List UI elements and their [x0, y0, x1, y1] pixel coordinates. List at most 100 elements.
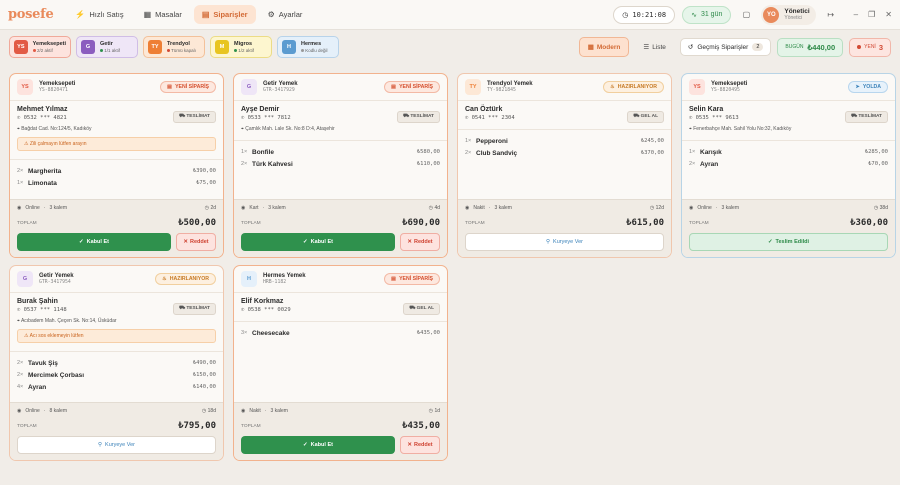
phone-icon: ✆ [241, 307, 245, 313]
order-item: 2× Margherita ₺390,00 [17, 166, 216, 178]
total-row: TOPLAM ₺795,00 [17, 418, 216, 434]
source-filters: YS Yemeksepeti 2/2 aktif G Getir 1/1 akt… [9, 36, 339, 58]
order-card[interactable]: TY Trendyol Yemek TY-9821845 ♨ HAZIRLANIY… [457, 73, 672, 258]
status-badge: ▤ YENİ SİPARİŞ [160, 81, 216, 93]
delivery-icon: ⛟ [409, 306, 416, 311]
check-circle-icon: ✓ [303, 442, 308, 448]
reject-button[interactable]: ✕ Reddet [176, 233, 216, 251]
order-card[interactable]: G Getir Yemek GTR-3417929 ▤ YENİ SİPARİŞ … [233, 73, 448, 258]
status-badge: ♨ HAZIRLANIYOR [603, 81, 664, 93]
item-price: ₺370,00 [640, 150, 664, 157]
order-card[interactable]: YS Yemeksepeti YS-8820471 ▤ YENİ SİPARİŞ … [9, 73, 224, 258]
nav-quick-sale[interactable]: ⚡ Hızlı Satış [67, 5, 131, 24]
delivered-button[interactable]: ✓ Teslim Edildi [689, 233, 888, 251]
card-actions: ⚲ Kuryeye Ver [17, 434, 216, 460]
order-id: GTR-3417929 [263, 87, 295, 93]
app-logo[interactable]: posefe [8, 7, 54, 22]
source-chip[interactable]: TY Trendyol Tümü kapalı [143, 36, 205, 58]
order-id: YS-8820495 [711, 87, 740, 93]
nav-label: Masalar [155, 10, 182, 19]
reject-button[interactable]: ✕ Reddet [400, 233, 440, 251]
order-id: YS-8820471 [39, 87, 68, 93]
item-price: ₺110,00 [416, 161, 440, 168]
nav-tables[interactable]: ▦ Masalar [136, 5, 190, 24]
card-header: YS Yemeksepeti YS-8820495 ➤ YOLDA [682, 74, 895, 101]
order-meta: ◉ Kart · 3 kalem ◷ 4d [241, 204, 440, 211]
item-price: ₺580,00 [416, 149, 440, 155]
logout-icon[interactable]: ↦ [823, 7, 839, 23]
delivery-type-badge: ⛟ TESLİMAT [396, 111, 440, 123]
nav-label: Ayarlar [278, 10, 303, 19]
reject-button[interactable]: ✕ Reddet [400, 436, 440, 454]
past-orders-button[interactable]: ↺ Geçmiş Siparişler 2 [679, 38, 772, 56]
order-card[interactable]: H Hermes Yemek HRB-1182 ▤ YENİ SİPARİŞ El… [233, 265, 448, 461]
order-item: 4× Ayran ₺140,00 [17, 382, 216, 394]
top-bar: posefe ⚡ Hızlı Satış ▦ Masalar ▤ Siparişler… [0, 0, 900, 30]
item-name: Bonfile [252, 149, 275, 156]
card-footer: ◉ Online · 3 kalem ◷ 38d TOPLAM ₺360,00 … [682, 199, 895, 257]
elapsed-time: ◷ 4d [428, 204, 440, 211]
item-name: Pepperoni [476, 138, 508, 145]
order-items: 3× Cheesecake ₺435,00 [234, 321, 447, 340]
nav-settings[interactable]: ⚙ Ayarlar [260, 5, 311, 24]
source-chip[interactable]: M Migros 1/2 aktif [210, 36, 272, 58]
order-item: 3× Cheesecake ₺435,00 [241, 328, 440, 340]
source-chip[interactable]: YS Yemeksepeti 2/2 aktif [9, 36, 71, 58]
list-view-toggle[interactable]: ☰ Liste [635, 38, 674, 56]
restore-icon[interactable]: ❐ [868, 10, 875, 19]
grid-icon: ▦ [143, 10, 152, 19]
check-circle-icon: ✓ [303, 239, 308, 245]
card-footer: ◉ Online · 8 kalem ◷ 18d TOPLAM ₺795,00 … [10, 402, 223, 460]
platform-name: Yemeksepeti [39, 81, 76, 88]
location-icon: ⌖ [241, 126, 244, 132]
card-footer: ◉ Kart · 3 kalem ◷ 4d TOPLAM ₺690,00 ✓ Ka… [234, 199, 447, 257]
trial-chip[interactable]: ∿ 31 gün [682, 5, 732, 24]
accept-button[interactable]: ✓ Kabul Et [241, 233, 395, 251]
delivery-icon: ⛟ [178, 306, 186, 311]
item-qty: 1× [689, 149, 696, 155]
order-card[interactable]: G Getir Yemek GTR-3417954 ♨ HAZIRLANIYOR … [9, 265, 224, 461]
courier-button[interactable]: ⚲ Kuryeye Ver [17, 436, 216, 454]
new-orders-badge[interactable]: YENİ 3 [849, 37, 891, 57]
platform-logo: G [17, 271, 33, 287]
filter-right: ▦ Modern ☰ Liste ↺ Geçmiş Siparişler 2 BUGÜN… [578, 37, 891, 57]
check-circle-icon: ✓ [767, 239, 773, 245]
order-note: ⚠ Zili çalmayın lütfen arayın [17, 137, 216, 151]
customer-info: Mehmet Yılmaz ✆ 0532 *** 4821 ⌖ Bağdat C… [10, 101, 223, 132]
modern-label: Modern [596, 43, 621, 51]
minimize-icon[interactable]: – [854, 10, 858, 19]
status-icon: ➤ [855, 84, 860, 90]
platform-name: Yemeksepeti [711, 81, 748, 88]
item-count: 3 kalem [270, 407, 288, 414]
order-item: 2× Mercimek Çorbası ₺150,00 [17, 370, 216, 382]
courier-button[interactable]: ⚲ Kuryeye Ver [465, 233, 664, 251]
order-items: 2× Tavuk Şiş ₺490,00 2× Mercimek Çorbası… [10, 351, 223, 394]
source-chip[interactable]: H Hermes Kodlu değil [277, 36, 339, 58]
item-price: ₺245,00 [640, 138, 664, 144]
accept-button[interactable]: ✓ Kabul Et [241, 436, 395, 454]
modern-view-toggle[interactable]: ▦ Modern [578, 37, 630, 57]
accept-button[interactable]: ✓ Kabul Et [17, 233, 171, 251]
top-right: ◷ 10:21:08 ∿ 31 gün ▢ YO Yönetici Yönetici … [613, 4, 892, 25]
platform-name: Trendyol Yemek [487, 81, 533, 88]
list-icon: ☰ [643, 44, 650, 51]
close-icon[interactable]: ✕ [885, 10, 892, 19]
user-menu[interactable]: YO Yönetici Yönetici [761, 4, 816, 25]
source-count: Kodlu değil [305, 47, 328, 53]
source-chip[interactable]: G Getir 1/1 aktif [76, 36, 138, 58]
total-row: TOPLAM ₺690,00 [241, 215, 440, 231]
clock-icon: ◷ [873, 204, 879, 211]
payment-method: Online [25, 204, 40, 211]
nav-orders[interactable]: ▤ Siparişler [193, 5, 256, 24]
source-count: 1/2 aktif [238, 47, 255, 53]
order-card[interactable]: YS Yemeksepeti YS-8820495 ➤ YOLDA Selin K… [681, 73, 896, 258]
order-item: 1× Karışık ₺285,00 [689, 147, 888, 159]
message-icon[interactable]: ▢ [738, 7, 754, 23]
total-row: TOPLAM ₺435,00 [241, 418, 440, 434]
total-label: TOPLAM [17, 423, 37, 429]
clock-icon: ◷ [428, 204, 434, 211]
card-header: H Hermes Yemek HRB-1182 ▤ YENİ SİPARİŞ [234, 266, 447, 293]
platform-logo: H [241, 271, 257, 287]
delivery-type-badge: ⛟ TESLİMAT [172, 111, 216, 123]
x-icon: ✕ [183, 239, 188, 245]
